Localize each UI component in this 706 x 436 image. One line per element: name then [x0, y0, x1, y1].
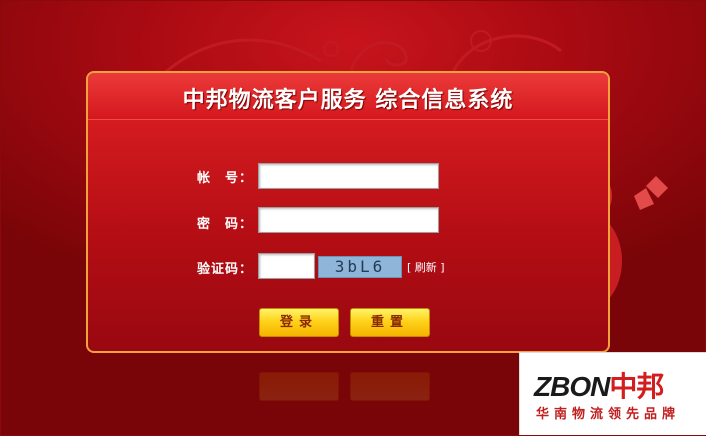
account-label: 帐 号：: [197, 171, 254, 186]
password-label: 密 码：: [197, 217, 254, 232]
account-input[interactable]: [258, 163, 439, 189]
logo-latin: ZBON: [534, 371, 610, 402]
brand-slogan: 华南物流领先品牌: [536, 407, 681, 422]
login-button[interactable]: 登录: [259, 308, 339, 337]
refresh-captcha-link[interactable]: [ 刷新 ]: [407, 259, 445, 275]
captcha-input[interactable]: [258, 253, 315, 279]
panel-title: 中邦物流客户服务 综合信息系统: [182, 88, 514, 113]
logo-text: ZBON中邦: [534, 365, 664, 405]
captcha-label: 验证码：: [197, 262, 254, 277]
panel-header: 中邦物流客户服务 综合信息系统: [88, 73, 608, 120]
captcha-image[interactable]: 3bL6: [318, 256, 402, 278]
brand-logo: ZBON中邦 华南物流领先品牌: [519, 352, 706, 435]
login-button-reflection: [259, 372, 339, 401]
reset-button[interactable]: 重置: [350, 308, 430, 337]
reset-button-reflection: [350, 372, 430, 401]
logo-chinese: 中邦: [609, 371, 664, 402]
password-input[interactable]: [258, 207, 439, 233]
